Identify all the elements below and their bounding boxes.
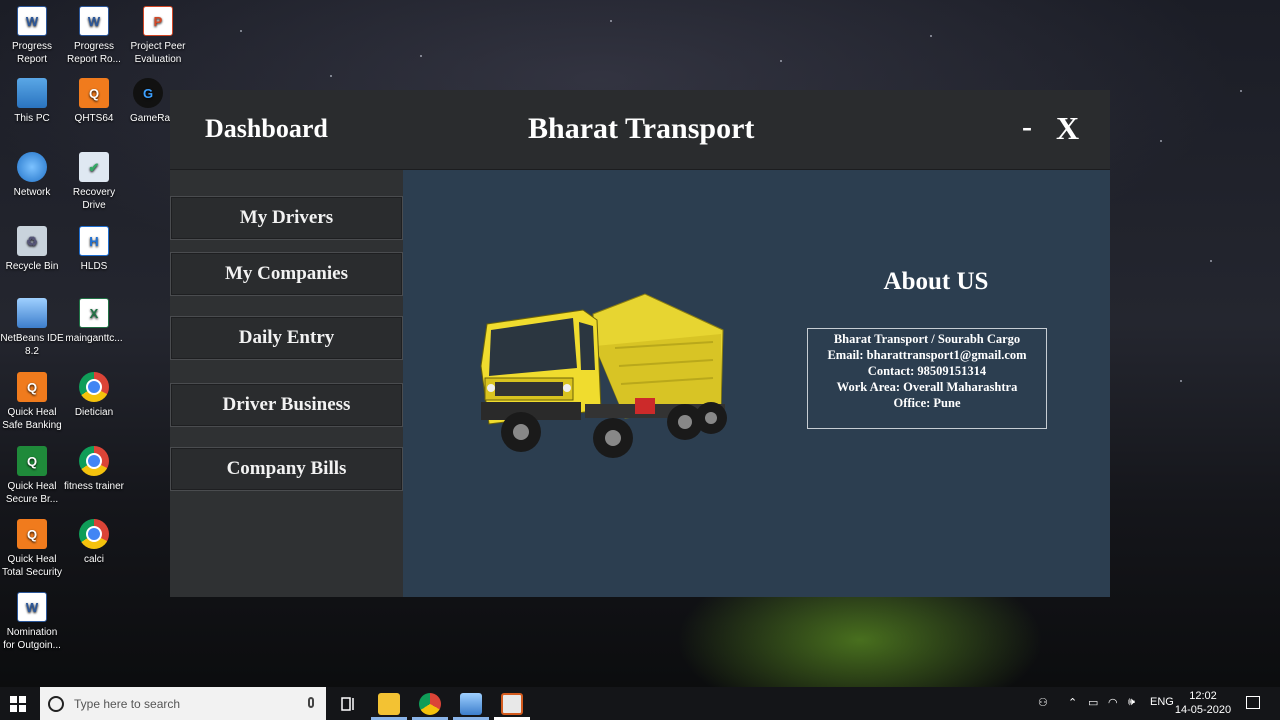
cortana-icon xyxy=(48,695,64,712)
desktop-icon-netbeans[interactable]: NetBeans IDE 8.2 xyxy=(0,298,64,358)
desktop-icon-label: QHTS64 xyxy=(74,113,114,124)
desktop-icon-calci[interactable]: calci xyxy=(62,519,126,566)
about-line-work-area: Work Area: Overall Maharashtra xyxy=(836,380,1018,394)
close-button[interactable]: X xyxy=(1056,110,1079,147)
desktop-icon-label: fitness trainer xyxy=(63,481,125,492)
word-icon: W xyxy=(17,592,47,622)
desktop-icon-label: HLDS xyxy=(80,261,108,272)
computer-icon xyxy=(17,78,47,108)
quickheal-icon: Q xyxy=(17,372,47,402)
microphone-icon[interactable] xyxy=(308,697,314,708)
desktop-icon-label: NetBeans IDE 8.2 xyxy=(0,333,64,357)
desktop-icon-label: Project Peer Evaluation xyxy=(130,41,186,65)
desktop-icon-fitness-trainer[interactable]: fitness trainer xyxy=(62,446,126,493)
volume-icon[interactable]: 🕪 xyxy=(1128,696,1135,709)
app-header: Dashboard Bharat Transport - X xyxy=(170,90,1110,170)
nav-daily-entry-button[interactable]: Daily Entry xyxy=(170,316,403,360)
desktop-icon-label: GameRan xyxy=(130,113,170,124)
clock-time: 12:02 xyxy=(1189,690,1217,702)
desktop-icon-label: Progress Report Ro... xyxy=(67,41,121,65)
desktop-icon-label: Nomination for Outgoin... xyxy=(3,627,61,651)
windows-start-icon[interactable] xyxy=(10,696,26,712)
desktop-icon-label: Dietician xyxy=(74,407,114,418)
bharat-transport-window: Dashboard Bharat Transport - X My Driver… xyxy=(170,90,1110,597)
quickheal-icon: Q xyxy=(79,78,109,108)
desktop-icon-quick-heal-safe-banking[interactable]: Q Quick Heal Safe Banking xyxy=(0,372,64,432)
desktop-icon-maingantt[interactable]: X mainganttc... xyxy=(62,298,126,345)
desktop-icon-qhts64[interactable]: Q QHTS64 xyxy=(62,78,126,125)
about-line-email: Email: bharattransport1@gmail.com xyxy=(827,348,1027,362)
language-indicator[interactable]: ENG xyxy=(1150,696,1174,708)
word-icon: W xyxy=(79,6,109,36)
desktop-icon-progress-report-ro[interactable]: W Progress Report Ro... xyxy=(62,6,126,66)
file-explorer-icon[interactable] xyxy=(378,693,400,715)
desktop-icon-label: Network xyxy=(13,187,51,198)
chrome-icon xyxy=(79,446,109,476)
main-content: About US Bharat Transport / Sourabh Carg… xyxy=(403,170,1110,597)
people-icon[interactable]: ⚇ xyxy=(1038,696,1048,709)
nav-driver-business-button[interactable]: Driver Business xyxy=(170,383,403,427)
netbeans-icon xyxy=(17,298,47,328)
chrome-taskbar-icon[interactable] xyxy=(419,693,441,715)
desktop-icon-nomination[interactable]: W Nomination for Outgoin... xyxy=(0,592,64,652)
wifi-icon[interactable]: ◠ xyxy=(1108,696,1118,709)
desktop-icon-label: calci xyxy=(83,554,104,565)
desktop-icon-recovery-drive[interactable]: ✔ Recovery Drive xyxy=(62,152,126,212)
desktop-icon-hlds[interactable]: H HLDS xyxy=(62,226,126,273)
dump-truck-image xyxy=(480,293,727,458)
taskbar: Type here to search ⚇ ⌃ ▭ ◠ 🕪 ENG 12:02 … xyxy=(0,687,1280,720)
desktop-icon-label: Recovery Drive xyxy=(72,187,116,211)
desktop-icon-progress-report[interactable]: W Progress Report xyxy=(0,6,64,66)
java-app-taskbar-icon[interactable] xyxy=(501,693,523,715)
about-line-office: Office: Pune xyxy=(893,396,961,410)
powerpoint-icon: P xyxy=(143,6,173,36)
recycle-bin-icon: ♻ xyxy=(17,226,47,256)
search-placeholder: Type here to search xyxy=(74,696,181,711)
about-us-info-box: Bharat Transport / Sourabh Cargo Email: … xyxy=(807,328,1047,429)
dashboard-title: Dashboard xyxy=(205,114,328,143)
battery-icon[interactable]: ▭ xyxy=(1088,696,1098,709)
desktop-icon-label: Quick Heal Safe Banking xyxy=(2,407,62,431)
desktop-icon-label: Recycle Bin xyxy=(5,261,59,272)
desktop-icon-this-pc[interactable]: This PC xyxy=(0,78,64,125)
shortcut-icon: H xyxy=(79,226,109,256)
desktop-icon-label: mainganttc... xyxy=(65,333,123,344)
notification-center-icon[interactable] xyxy=(1246,696,1260,709)
nav-company-bills-button[interactable]: Company Bills xyxy=(170,447,403,491)
nav-my-drivers-button[interactable]: My Drivers xyxy=(170,196,403,240)
about-line-contact: Contact: 98509151314 xyxy=(867,364,987,378)
task-view-icon[interactable] xyxy=(338,693,360,715)
desktop-icon-network[interactable]: Network xyxy=(0,152,64,199)
sidebar: My Drivers My Companies Daily Entry Driv… xyxy=(170,170,403,597)
quickheal-icon: Q xyxy=(17,446,47,476)
desktop-icon-quick-heal-secure-browser[interactable]: Q Quick Heal Secure Br... xyxy=(0,446,64,506)
desktop-icon-label: Quick Heal Secure Br... xyxy=(5,481,59,505)
desktop-icon-quick-heal-total-security[interactable]: Q Quick Heal Total Security xyxy=(0,519,64,579)
desktop-icon-gameran[interactable]: G GameRan xyxy=(126,78,170,125)
desktop-icon-label: Quick Heal Total Security xyxy=(1,554,63,578)
nav-my-companies-button[interactable]: My Companies xyxy=(170,252,403,296)
network-icon xyxy=(17,152,47,182)
app-title: Bharat Transport xyxy=(528,112,755,145)
game-icon: G xyxy=(133,78,163,108)
chrome-icon xyxy=(79,519,109,549)
chrome-icon xyxy=(79,372,109,402)
taskbar-search-box[interactable]: Type here to search xyxy=(40,687,326,720)
netbeans-taskbar-icon[interactable] xyxy=(460,693,482,715)
desktop-icon-label: This PC xyxy=(14,113,50,124)
desktop-icon-recycle-bin[interactable]: ♻ Recycle Bin xyxy=(0,226,64,273)
about-line-company: Bharat Transport / Sourabh Cargo xyxy=(833,332,1021,346)
about-us-title: About US xyxy=(883,268,989,295)
quickheal-icon: Q xyxy=(17,519,47,549)
minimize-button[interactable]: - xyxy=(1022,110,1032,144)
desktop-icon-project-peer-evaluation[interactable]: P Project Peer Evaluation xyxy=(126,6,190,66)
recovery-drive-icon: ✔ xyxy=(79,152,109,182)
word-icon: W xyxy=(17,6,47,36)
chevron-up-icon[interactable]: ⌃ xyxy=(1068,696,1077,709)
desktop-icon-label: Progress Report xyxy=(11,41,52,65)
excel-icon: X xyxy=(79,298,109,328)
desktop-icon-dietician[interactable]: Dietician xyxy=(62,372,126,419)
clock-date: 14-05-2020 xyxy=(1174,704,1232,716)
system-clock[interactable]: 12:02 14-05-2020 xyxy=(1172,689,1234,717)
